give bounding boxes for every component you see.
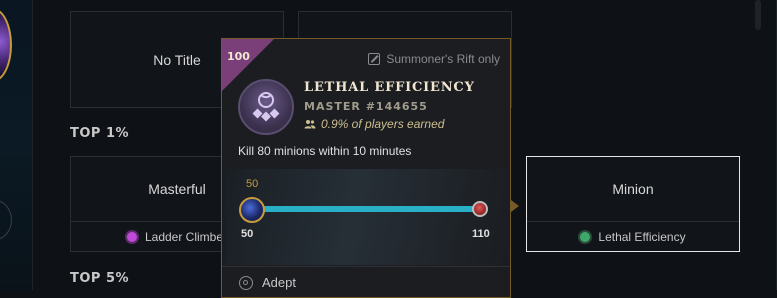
requirement-label: Ladder Climber — [144, 230, 228, 244]
progress-track — [258, 206, 478, 212]
progress-fill — [258, 206, 476, 212]
title-card-label: No Title — [153, 51, 201, 68]
tooltip-pointer — [511, 200, 519, 212]
section-heading-top1: TOP 1% — [70, 126, 130, 141]
level-badge: 100 — [227, 50, 250, 63]
next-tier-label: Adept — [262, 275, 296, 290]
next-tier-gem-icon — [472, 201, 488, 217]
target-icon — [239, 275, 253, 290]
challenge-emblem-icon — [238, 79, 294, 135]
restricted-map-icon — [368, 53, 381, 65]
progress-min-label: 50 — [241, 228, 254, 240]
section-heading-top5: TOP 5% — [70, 271, 130, 286]
title-card-requirement: Lethal Efficiency — [527, 222, 739, 252]
challenge-description: Kill 80 minions within 10 minutes — [238, 144, 412, 158]
progress-current-label: 50 — [246, 178, 259, 190]
requirement-label: Lethal Efficiency — [598, 230, 686, 244]
next-tier-row: Adept — [239, 275, 296, 290]
earned-stat: 0.9% of players earned — [304, 117, 444, 131]
scrollbar[interactable] — [755, 0, 761, 30]
gem-icon — [580, 232, 591, 242]
scroll-circle-button[interactable] — [0, 200, 12, 240]
progress-max-label: 110 — [472, 228, 490, 240]
profile-emblem — [0, 8, 12, 82]
title-card-minion[interactable]: Minion Lethal Efficiency — [526, 156, 740, 252]
progress-background — [226, 169, 508, 265]
challenge-rank: MASTER #144655 — [304, 100, 428, 113]
gem-icon — [126, 232, 137, 242]
earned-text: 0.9% of players earned — [321, 117, 445, 131]
challenge-tooltip: 100 Summoner's Rift only LETHAL EFFICIEN… — [221, 38, 511, 298]
divider — [222, 266, 510, 267]
challenge-title: LETHAL EFFICIENCY — [304, 80, 475, 95]
mode-restriction: Summoner's Rift only — [368, 52, 500, 66]
current-tier-icon — [239, 197, 265, 223]
players-icon — [304, 120, 316, 129]
left-panel — [0, 0, 33, 290]
mode-text: Summoner's Rift only — [386, 52, 500, 66]
title-card-label: Minion — [527, 157, 739, 222]
